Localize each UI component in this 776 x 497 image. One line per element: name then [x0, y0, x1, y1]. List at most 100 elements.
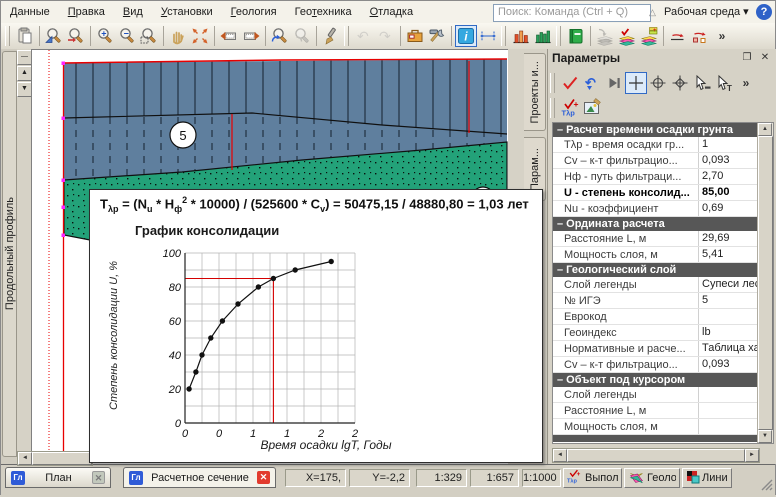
overflow-icon[interactable]: »: [711, 25, 733, 47]
grid-section-header[interactable]: – Геологический слой: [553, 263, 757, 277]
scroll-right-icon[interactable]: ►: [745, 449, 759, 462]
brush-icon[interactable]: [320, 25, 342, 47]
toolbar-grip[interactable]: [501, 26, 506, 46]
property-value[interactable]: 0,093: [698, 153, 757, 168]
scroll-up-icon[interactable]: ▲: [758, 123, 772, 136]
calc-time-icon[interactable]: Tλp+: [559, 97, 581, 119]
toolbar-grip[interactable]: [556, 26, 561, 46]
property-row[interactable]: Мощность слоя, м5,41: [553, 247, 757, 263]
property-value[interactable]: [698, 419, 757, 434]
line-nodes-icon[interactable]: [689, 25, 711, 47]
help-icon[interactable]: ?: [756, 4, 772, 20]
property-value[interactable]: [698, 309, 757, 324]
undo-step-icon[interactable]: ↶: [581, 72, 603, 94]
menu-геотехника[interactable]: Геотехника: [286, 3, 361, 21]
status-button-геолог[interactable]: Геолог: [624, 468, 680, 488]
toolbar-grip[interactable]: [5, 26, 10, 46]
line-arrow-icon[interactable]: [667, 25, 689, 47]
property-row[interactable]: Слой легендыСупеси лес: [553, 277, 757, 293]
scroll-left-icon[interactable]: ◄: [18, 452, 32, 465]
property-value[interactable]: 0,69: [698, 201, 757, 216]
close-icon[interactable]: ✕: [92, 471, 105, 484]
cursor-minus-icon[interactable]: [691, 72, 713, 94]
property-row[interactable]: Тλр - время осадки гр...1: [553, 137, 757, 153]
view-previous-icon[interactable]: [218, 25, 240, 47]
tools-icon[interactable]: [426, 25, 448, 47]
tab-projects[interactable]: Проекты и...: [524, 53, 546, 131]
property-value[interactable]: 85,00: [698, 185, 757, 200]
property-row[interactable]: Расстояние L, м: [553, 403, 757, 419]
panel-grip[interactable]: [550, 98, 555, 118]
property-row[interactable]: № ИГЭ5: [553, 293, 757, 309]
property-row[interactable]: Расстояние L, м29,69: [553, 231, 757, 247]
overflow-icon[interactable]: »: [735, 72, 757, 94]
zoom-undo-icon[interactable]: [269, 25, 291, 47]
property-value[interactable]: 5: [698, 293, 757, 308]
pan-icon[interactable]: [167, 25, 189, 47]
geo-stack-icon[interactable]: +: [638, 25, 660, 47]
grid-section-header[interactable]: – Ордината расчета: [553, 217, 757, 231]
menu-правка[interactable]: Правка: [59, 3, 114, 21]
scroll-down-icon[interactable]: ▼: [758, 430, 772, 443]
sheet-tab-inactive[interactable]: ГлПлан✕: [5, 467, 111, 488]
geo-check-icon[interactable]: [616, 25, 638, 47]
canvas-hscrollbar[interactable]: ◄: [17, 451, 93, 466]
search-input[interactable]: Поиск: Команда (Ctrl + Q): [493, 4, 651, 22]
grid-hscrollbar[interactable]: ◄ ►: [552, 448, 760, 463]
property-value[interactable]: [698, 403, 757, 418]
property-row[interactable]: U - степень консолид...85,00: [553, 185, 757, 201]
zoom-extents-icon[interactable]: [189, 25, 211, 47]
property-value[interactable]: lb: [698, 325, 757, 340]
toolbar-grip[interactable]: [344, 26, 349, 46]
property-row[interactable]: Мощность слоя, м: [553, 419, 757, 435]
sheet-tab-active[interactable]: ГлРасчетное сечение✕: [123, 467, 276, 488]
resize-grip[interactable]: [759, 477, 773, 491]
tab-longitudinal-profile[interactable]: Продольный профиль: [2, 51, 17, 457]
property-value[interactable]: 5,41: [698, 247, 757, 262]
grid-vscrollbar[interactable]: ▲ ▼: [757, 123, 773, 443]
scroll-thumb[interactable]: [32, 452, 92, 465]
property-row[interactable]: Нф - путь фильтраци...2,70: [553, 169, 757, 185]
scroll-up-button[interactable]: ▲: [17, 66, 32, 81]
grid-section-header[interactable]: – Расчет времени осадки грунта: [553, 123, 757, 137]
property-value[interactable]: Таблица ха: [698, 341, 757, 356]
menu-данные[interactable]: Данные: [1, 3, 59, 21]
snap-node-icon[interactable]: [669, 72, 691, 94]
toolbox-icon[interactable]: [404, 25, 426, 47]
property-row[interactable]: Nu - коэффициент0,69: [553, 201, 757, 217]
preview-chart-icon[interactable]: [581, 97, 603, 119]
menu-установки[interactable]: Установки: [152, 3, 222, 21]
property-value[interactable]: 1: [698, 137, 757, 152]
zoom-in-icon[interactable]: +: [94, 25, 116, 47]
property-row[interactable]: Нормативные и расче...Таблица ха: [553, 341, 757, 357]
zoom-area-icon[interactable]: [43, 25, 65, 47]
notification-icon[interactable]: △: [649, 7, 659, 17]
grid-section-header[interactable]: [553, 435, 757, 442]
book-icon[interactable]: [565, 25, 587, 47]
panel-grip[interactable]: [550, 73, 555, 93]
scroll-thumb[interactable]: [567, 449, 745, 462]
capture-crosshair-icon[interactable]: [625, 72, 647, 94]
apply-check-icon[interactable]: [559, 72, 581, 94]
property-row[interactable]: Cv – к-т фильтрацио...0,093: [553, 153, 757, 169]
menu-отладка[interactable]: Отладка: [361, 3, 423, 21]
step-forward-icon[interactable]: [603, 72, 625, 94]
property-value[interactable]: 0,093: [698, 357, 757, 372]
zoom-window-icon[interactable]: [138, 25, 160, 47]
status-button-линии[interactable]: Линии: [682, 468, 732, 488]
workspace-menu[interactable]: Рабочая среда ▾: [664, 5, 749, 18]
property-value[interactable]: 29,69: [698, 231, 757, 246]
snap-point-icon[interactable]: [647, 72, 669, 94]
property-value[interactable]: Супеси лес: [698, 277, 757, 292]
measure-icon[interactable]: [477, 25, 499, 47]
close-icon[interactable]: ✕: [257, 471, 270, 484]
scroll-thumb[interactable]: [758, 136, 773, 430]
status-button-выполн[interactable]: Tλp+Выполн: [563, 468, 622, 488]
zoom-previous-icon[interactable]: [65, 25, 87, 47]
menu-вид[interactable]: Вид: [114, 3, 152, 21]
property-row[interactable]: Слой легенды: [553, 387, 757, 403]
collapse-button[interactable]: —: [17, 50, 32, 65]
menu-геология[interactable]: Геология: [222, 3, 286, 21]
property-value[interactable]: [698, 387, 757, 402]
float-panel-icon[interactable]: ❐: [739, 51, 755, 65]
